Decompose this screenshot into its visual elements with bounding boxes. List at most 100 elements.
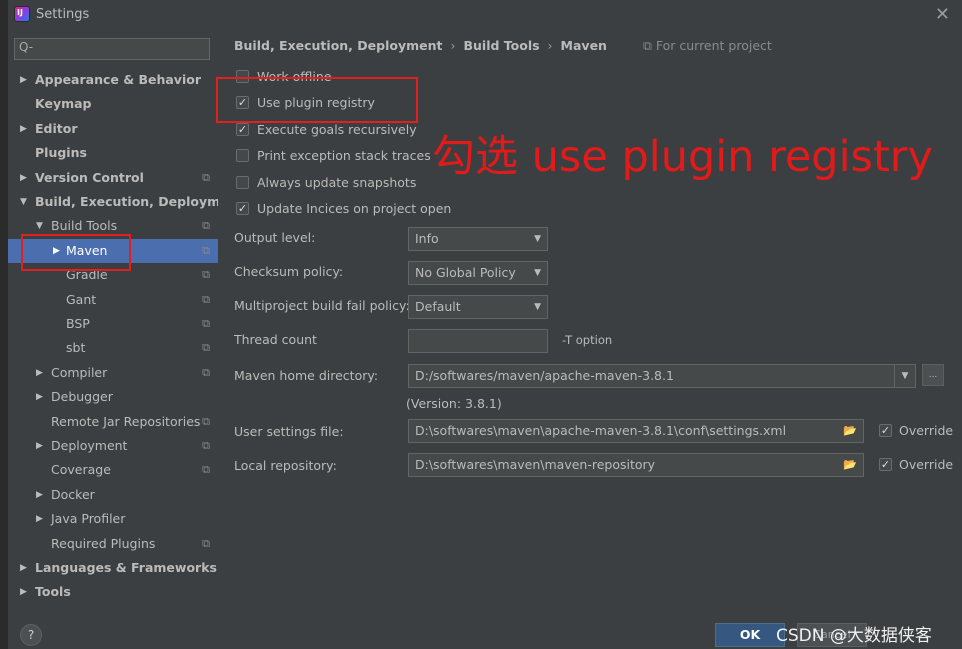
chevron-right-icon[interactable]: ▶ xyxy=(20,556,27,580)
sidebar-item-required-plugins[interactable]: Required Plugins ⧉ xyxy=(8,532,218,556)
sidebar-item-gradle[interactable]: Gradle ⧉ xyxy=(8,263,218,287)
breadcrumb-build-tools[interactable]: Build Tools xyxy=(463,38,539,53)
intellij-logo-icon xyxy=(14,6,30,22)
close-icon[interactable]: ✕ xyxy=(935,4,950,25)
sidebar-item-keymap[interactable]: Keymap xyxy=(8,92,218,116)
sidebar-item-maven[interactable]: ▶ Maven ⧉ xyxy=(8,238,218,263)
chevron-right-icon[interactable]: ▶ xyxy=(20,580,27,604)
sidebar-item-label: sbt xyxy=(66,340,86,356)
multiproject-fail-policy-label: Multiproject build fail policy: xyxy=(234,298,410,313)
sidebar-item-plugins[interactable]: Plugins xyxy=(8,141,218,165)
background-window-strip xyxy=(0,0,8,649)
sidebar-item-label: Build, Execution, Deployment xyxy=(35,194,244,209)
multiproject-fail-policy-dropdown[interactable]: Default ▼ xyxy=(408,295,548,319)
user-settings-label: User settings file: xyxy=(234,424,344,439)
maven-home-value: D:/softwares/maven/apache-maven-3.8.1 xyxy=(415,368,674,383)
sidebar-item-docker[interactable]: ▶ Docker xyxy=(8,483,218,507)
print-exception-stack-traces-label: Print exception stack traces xyxy=(257,148,431,163)
window-title: Settings xyxy=(36,7,90,22)
maven-home-input[interactable]: D:/softwares/maven/apache-maven-3.8.1 ▼ xyxy=(408,364,916,388)
sidebar-item-label: Required Plugins xyxy=(51,535,156,551)
checkbox-icon xyxy=(236,149,249,162)
settings-search-input[interactable]: Q- xyxy=(14,38,210,60)
sidebar-item-version-control[interactable]: ▶ Version Control ⧉ xyxy=(8,166,218,190)
project-scope-icon: ⧉ xyxy=(202,243,210,257)
sidebar-item-label: Docker xyxy=(51,486,95,502)
help-button[interactable]: ? xyxy=(20,624,42,646)
sidebar-item-languages-frameworks[interactable]: ▶ Languages & Frameworks xyxy=(8,556,218,580)
sidebar-item-gant[interactable]: Gant ⧉ xyxy=(8,288,218,312)
maven-home-label: Maven home directory: xyxy=(234,368,379,383)
breadcrumb-build-execution-deployment[interactable]: Build, Execution, Deployment xyxy=(234,38,442,53)
sidebar-item-debugger[interactable]: ▶ Debugger xyxy=(8,385,218,409)
sidebar-item-java-profiler[interactable]: ▶ Java Profiler xyxy=(8,507,218,531)
checksum-policy-dropdown[interactable]: No Global Policy ▼ xyxy=(408,261,548,285)
ok-button[interactable]: OK xyxy=(715,623,785,647)
chevron-down-icon[interactable]: ▼ xyxy=(20,190,27,214)
multiproject-fail-policy-value: Default xyxy=(415,299,461,314)
chevron-right-icon[interactable]: ▶ xyxy=(20,117,27,141)
sidebar-item-label: Keymap xyxy=(35,96,92,112)
project-scope-icon: ⧉ xyxy=(202,341,210,355)
search-icon: Q- xyxy=(19,40,34,54)
sidebar-item-label: Appearance & Behavior xyxy=(35,72,201,87)
thread-count-input[interactable] xyxy=(408,329,548,353)
maven-settings-panel: Build, Execution, Deployment › Build Tools… xyxy=(218,30,962,610)
chevron-down-icon[interactable]: ▼ xyxy=(894,365,915,387)
local-repository-value: D:\softwares\maven\maven-repository xyxy=(415,457,656,472)
chevron-right-icon[interactable]: ▶ xyxy=(36,434,43,458)
checksum-policy-label: Checksum policy: xyxy=(234,264,344,279)
output-level-dropdown[interactable]: Info ▼ xyxy=(408,227,548,251)
thread-count-hint: -T option xyxy=(562,333,613,347)
sidebar-item-label: Gradle xyxy=(66,267,108,283)
project-scope-icon: ⧉ xyxy=(202,414,210,428)
sidebar-item-editor[interactable]: ▶ Editor xyxy=(8,117,218,141)
sidebar-item-tools[interactable]: ▶ Tools xyxy=(8,580,218,604)
thread-count-label: Thread count xyxy=(234,332,317,347)
chevron-right-icon[interactable]: ▶ xyxy=(36,507,43,531)
sidebar-item-label: Tools xyxy=(35,584,71,600)
sidebar-item-sbt[interactable]: sbt ⧉ xyxy=(8,336,218,360)
always-update-snapshots-label: Always update snapshots xyxy=(257,175,417,190)
chevron-down-icon: ▼ xyxy=(534,234,541,244)
sidebar-item-appearance-behavior[interactable]: ▶ Appearance & Behavior xyxy=(8,68,218,92)
sidebar-item-remote-jar-repositories[interactable]: Remote Jar Repositories ⧉ xyxy=(8,410,218,434)
sidebar-item-label: Build Tools xyxy=(51,218,118,234)
title-bar: Settings ✕ xyxy=(8,0,962,30)
folder-icon[interactable]: 📂 xyxy=(843,420,857,442)
sidebar-item-build-execution-deployment[interactable]: ▼ Build, Execution, Deployment xyxy=(8,190,243,214)
chevron-down-icon: ▼ xyxy=(534,302,541,312)
chevron-right-icon[interactable]: ▶ xyxy=(36,361,43,385)
breadcrumb-separator: › xyxy=(450,38,456,53)
sidebar-item-label: Debugger xyxy=(51,389,113,405)
work-offline-label: Work offline xyxy=(257,69,332,84)
update-incices-on-project-open-label: Update Incices on project open xyxy=(257,201,452,216)
folder-icon[interactable]: 📂 xyxy=(843,454,857,476)
sidebar-item-deployment[interactable]: ▶ Deployment ⧉ xyxy=(8,434,218,458)
checkbox-icon xyxy=(236,176,249,189)
chevron-right-icon[interactable]: ▶ xyxy=(53,239,60,263)
sidebar-item-label: Deployment xyxy=(51,438,128,453)
user-settings-input[interactable]: D:\softwares\maven\apache-maven-3.8.1\co… xyxy=(408,419,864,443)
sidebar-item-label: Version Control xyxy=(35,169,144,185)
maven-home-browse-button[interactable]: ... xyxy=(922,364,944,386)
sidebar-item-label: BSP xyxy=(66,316,90,331)
sidebar-item-build-tools[interactable]: ▼ Build Tools ⧉ xyxy=(8,214,218,238)
maven-version-text: (Version: 3.8.1) xyxy=(406,396,502,411)
project-scope-icon: ⧉ xyxy=(202,365,210,379)
chevron-right-icon[interactable]: ▶ xyxy=(20,166,27,190)
chevron-right-icon[interactable]: ▶ xyxy=(36,483,43,507)
sidebar-item-bsp[interactable]: BSP ⧉ xyxy=(8,312,218,336)
chevron-right-icon[interactable]: ▶ xyxy=(36,385,43,409)
annotation-text: 勾选 use plugin registry xyxy=(432,132,933,182)
breadcrumb: Build, Execution, Deployment › Build Tools… xyxy=(234,38,772,54)
chevron-right-icon[interactable]: ▶ xyxy=(20,68,27,92)
sidebar-item-compiler[interactable]: ▶ Compiler ⧉ xyxy=(8,361,218,385)
project-scope-icon: ⧉ xyxy=(202,317,210,330)
sidebar-item-coverage[interactable]: Coverage ⧉ xyxy=(8,458,218,482)
breadcrumb-maven: Maven xyxy=(560,38,607,53)
project-scope-icon: ⧉ xyxy=(202,219,210,233)
chevron-down-icon[interactable]: ▼ xyxy=(36,214,43,238)
sidebar-item-label: Plugins xyxy=(35,145,87,161)
local-repository-input[interactable]: D:\softwares\maven\maven-repository 📂 xyxy=(408,453,864,477)
